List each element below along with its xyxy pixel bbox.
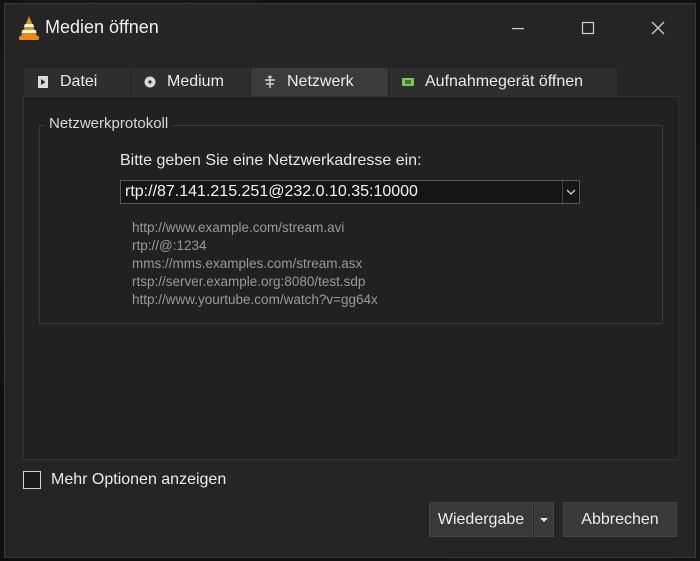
title-bar: Medien öffnen: [5, 4, 695, 50]
example-url: rtsp://server.example.org:8080/test.sdp: [132, 274, 366, 289]
network-address-input[interactable]: rtp://87.141.215.251@232.0.10.35:10000: [125, 183, 418, 201]
tab-aufnahmegeraet[interactable]: Aufnahmegerät öffnen: [389, 68, 618, 96]
network-panel: Netzwerkprotokoll Bitte geben Sie eine N…: [23, 96, 679, 460]
example-url: mms://mms.examples.com/stream.asx: [132, 256, 363, 271]
minimize-icon: [512, 28, 524, 30]
window-title: Medien öffnen: [45, 17, 159, 37]
maximize-icon: [581, 21, 595, 35]
tab-label: Medium: [167, 73, 224, 90]
play-button[interactable]: Wiedergabe: [429, 502, 533, 537]
capture-device-icon: [401, 75, 415, 89]
play-button-label: Wiedergabe: [437, 510, 525, 528]
tab-label: Netzwerk: [287, 73, 354, 90]
vlc-cone-icon: [17, 15, 41, 41]
more-options-toggle[interactable]: Mehr Optionen anzeigen: [23, 471, 226, 489]
example-url: rtp://@:1234: [132, 238, 207, 253]
file-icon: [36, 75, 50, 89]
close-icon: [651, 21, 665, 35]
tab-datei[interactable]: Datei: [24, 68, 131, 96]
example-url: http://www.example.com/stream.avi: [132, 220, 345, 235]
network-icon: [263, 75, 277, 89]
minimize-button[interactable]: [495, 8, 541, 48]
cancel-button[interactable]: Abbrechen: [563, 502, 677, 537]
tab-label: Aufnahmegerät öffnen: [425, 73, 584, 90]
play-options-dropdown-button[interactable]: [534, 502, 554, 537]
more-options-checkbox[interactable]: [23, 471, 41, 489]
example-urls-list: http://www.example.com/stream.avi rtp://…: [132, 219, 378, 309]
tab-label: Datei: [60, 73, 98, 90]
network-address-combobox[interactable]: rtp://87.141.215.251@232.0.10.35:10000: [120, 180, 580, 204]
chevron-down-icon: [566, 189, 576, 195]
tab-bar: Datei Medium Netzwerk Aufnahmegerät öffn…: [24, 68, 618, 96]
maximize-button[interactable]: [565, 8, 611, 48]
dropdown-arrow[interactable]: [562, 181, 579, 203]
disc-icon: [143, 75, 157, 89]
chevron-down-icon: [540, 517, 548, 522]
group-title: Netzwerkprotokoll: [45, 115, 173, 132]
tab-netzwerk[interactable]: Netzwerk: [251, 68, 389, 96]
cancel-button-label: Abbrechen: [581, 510, 659, 528]
close-button[interactable]: [635, 8, 681, 48]
example-url: http://www.yourtube.com/watch?v=gg64x: [132, 292, 378, 307]
tab-medium[interactable]: Medium: [131, 68, 251, 96]
open-media-dialog: Medien öffnen Datei Medium Netzwerk Aufn…: [4, 3, 696, 558]
more-options-label: Mehr Optionen anzeigen: [51, 471, 227, 488]
network-address-prompt: Bitte geben Sie eine Netzwerkadresse ein…: [120, 152, 422, 169]
